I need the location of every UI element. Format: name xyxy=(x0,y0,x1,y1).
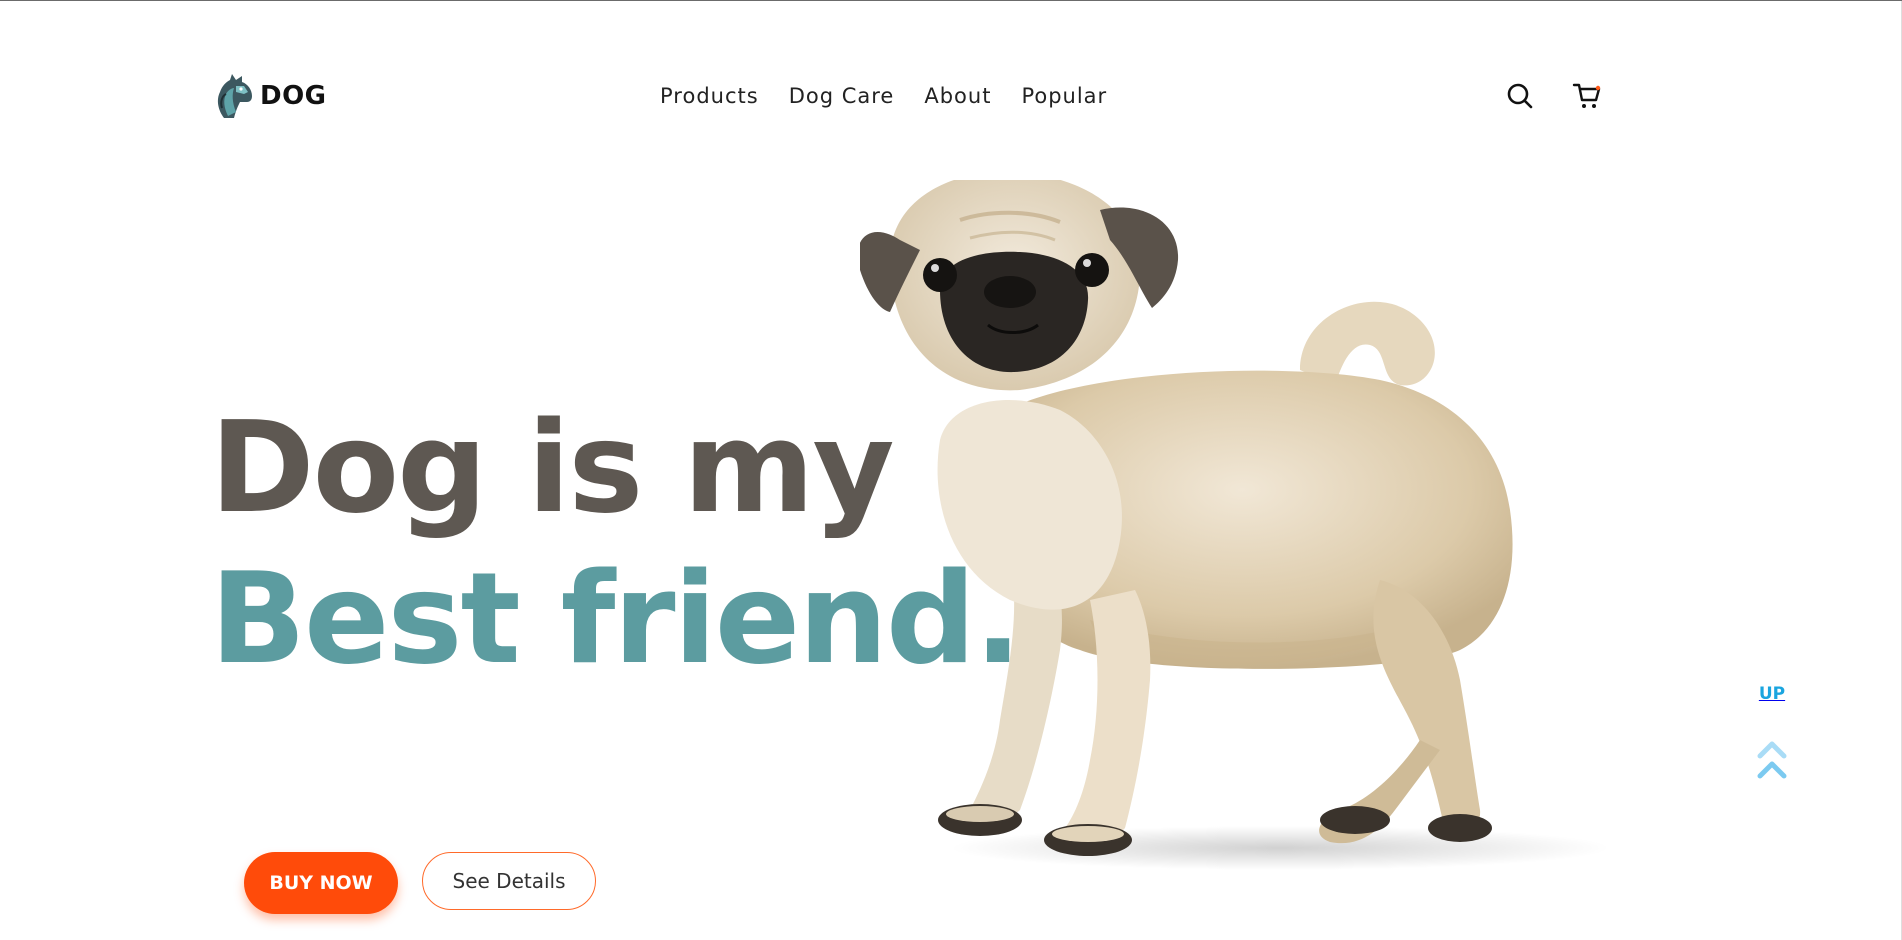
nav-item-products[interactable]: Products xyxy=(660,84,759,108)
scroll-up-button[interactable]: UP xyxy=(1750,684,1794,784)
nav-item-dog-care[interactable]: Dog Care xyxy=(789,84,895,108)
search-icon xyxy=(1507,83,1533,109)
see-details-button[interactable]: See Details xyxy=(422,852,596,910)
pug-puppy-illustration xyxy=(860,180,1610,870)
dog-head-icon xyxy=(217,74,252,118)
brand-name: DOG xyxy=(260,81,327,111)
nav-item-popular[interactable]: Popular xyxy=(1021,84,1107,108)
search-button[interactable] xyxy=(1506,82,1534,114)
nav-item-about[interactable]: About xyxy=(924,84,991,108)
main-nav: Products Dog Care About Popular xyxy=(660,84,1137,108)
brand-logo[interactable]: DOG xyxy=(214,72,327,120)
scroll-up-label: UP xyxy=(1758,684,1786,704)
double-chevron-up-icon xyxy=(1757,741,1787,779)
buy-now-button[interactable]: BUY NOW xyxy=(244,852,398,914)
hero-heading-line1: Dog is my xyxy=(210,394,895,541)
hero-heading-line2: Best friend. xyxy=(210,545,1022,692)
top-border xyxy=(0,0,1902,1)
cart-icon xyxy=(1572,83,1601,108)
cart-button[interactable] xyxy=(1572,82,1602,114)
